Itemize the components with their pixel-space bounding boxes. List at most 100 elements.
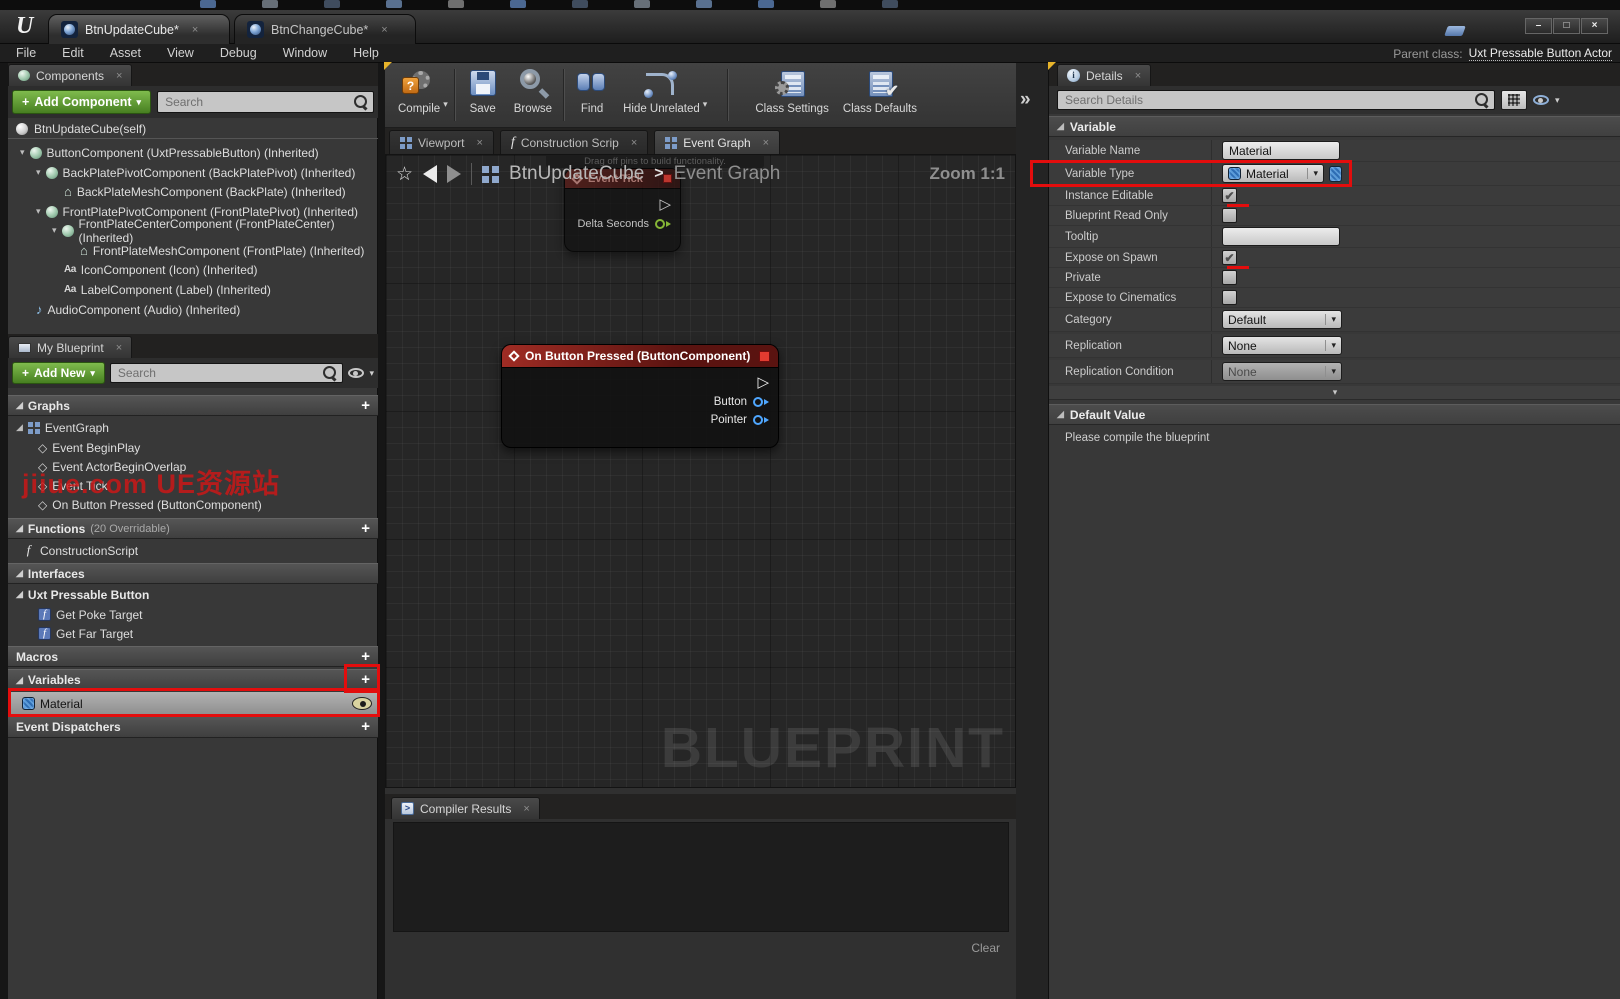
compile-button[interactable]: ? Compile <box>391 67 447 117</box>
add-variable-button[interactable]: + <box>361 673 370 687</box>
variable-section-header[interactable]: ◢ Variable <box>1049 116 1620 137</box>
tree-row[interactable]: ♪AudioComponent (Audio) (Inherited) <box>8 300 378 319</box>
graph-item-eventgraph[interactable]: ◢EventGraph <box>8 418 378 437</box>
node-on-button-pressed[interactable]: On Button Pressed (ButtonComponent) ▷ Bu… <box>501 344 779 448</box>
variable-name-input[interactable]: Material <box>1222 141 1340 160</box>
event-graph-canvas[interactable]: Drag off pins to build functionality. Ev… <box>385 154 1016 788</box>
tree-row[interactable]: AaIconComponent (Icon) (Inherited) <box>8 260 378 279</box>
clear-button[interactable]: Clear <box>971 941 1000 955</box>
add-function-button[interactable]: + <box>361 522 370 536</box>
close-button[interactable]: × <box>1581 18 1608 34</box>
private-checkbox[interactable] <box>1222 270 1237 285</box>
components-search-input[interactable] <box>157 91 374 113</box>
tab-components[interactable]: Components × <box>8 64 132 86</box>
functions-section-header[interactable]: ◢ Functions (20 Overridable) + <box>8 518 378 539</box>
tree-row[interactable]: ⌂FrontPlateMeshComponent (FrontPlate) (I… <box>8 241 378 260</box>
class-defaults-button[interactable]: ✔ Class Defaults <box>836 67 924 117</box>
tab-event-graph[interactable]: Event Graph × <box>654 130 780 154</box>
instance-editable-checkbox[interactable]: ✔ <box>1222 188 1237 203</box>
event-item[interactable]: ◇Event BeginPlay <box>8 438 378 457</box>
interfaces-section-header[interactable]: ◢ Interfaces <box>8 563 378 584</box>
close-tab-icon[interactable]: × <box>1135 70 1141 82</box>
tree-row[interactable]: ⌂BackPlateMeshComponent (BackPlate) (Inh… <box>8 182 378 201</box>
back-arrow-icon[interactable] <box>423 165 437 183</box>
tree-row[interactable]: ▾FrontPlateCenterComponent (FrontPlateCe… <box>8 221 378 240</box>
menu-asset[interactable]: Asset <box>110 46 141 60</box>
chevron-down-icon[interactable]: ▾ <box>369 368 374 379</box>
function-item-constructionscript[interactable]: fConstructionScript <box>8 541 378 560</box>
tree-row[interactable]: ▾BackPlatePivotComponent (BackPlatePivot… <box>8 163 378 182</box>
blueprint-read-only-checkbox[interactable] <box>1222 208 1237 223</box>
object-output-pin[interactable] <box>753 397 769 407</box>
breadcrumb-root[interactable]: BtnUpdateCube <box>509 163 644 185</box>
exec-output-pin[interactable]: ▷ <box>659 198 671 212</box>
minimize-button[interactable]: – <box>1525 18 1552 34</box>
component-root-row[interactable]: BtnUpdateCube(self) <box>8 120 378 139</box>
compiler-results-log[interactable] <box>393 822 1009 932</box>
hide-unrelated-button[interactable]: Hide Unrelated <box>616 67 707 117</box>
close-tab-icon[interactable]: × <box>631 137 637 149</box>
close-tab-icon[interactable]: × <box>476 137 482 149</box>
interface-group-header[interactable]: ◢ Uxt Pressable Button <box>8 584 378 605</box>
property-matrix-button[interactable] <box>1501 90 1527 110</box>
replication-dropdown[interactable]: None▾ <box>1222 336 1342 355</box>
interface-function-item[interactable]: fGet Far Target <box>8 624 378 643</box>
macros-section-header[interactable]: Macros + <box>8 646 378 667</box>
close-tab-icon[interactable]: × <box>381 24 387 36</box>
breadcrumb-current[interactable]: Event Graph <box>674 163 781 185</box>
expose-to-cinematics-checkbox[interactable] <box>1222 290 1237 305</box>
variable-item-material[interactable]: Material <box>8 692 378 715</box>
expander-icon[interactable]: ▾ <box>20 147 25 158</box>
close-tab-icon[interactable]: × <box>763 137 769 149</box>
tab-compiler-results[interactable]: > Compiler Results × <box>391 797 540 819</box>
default-value-section-header[interactable]: ◢ Default Value <box>1049 404 1620 425</box>
variable-visibility-eye-icon[interactable] <box>352 697 372 710</box>
tab-viewport[interactable]: Viewport × <box>389 130 494 154</box>
exec-output-pin[interactable]: ▷ <box>757 376 769 390</box>
category-dropdown[interactable]: Default▾ <box>1222 310 1342 329</box>
advanced-expander[interactable]: ▾ <box>1049 386 1620 400</box>
add-component-button[interactable]: + Add Component ▾ <box>12 90 151 114</box>
object-output-pin[interactable] <box>753 415 769 425</box>
expander-icon[interactable]: ▾ <box>52 225 57 236</box>
favorite-star-icon[interactable]: ☆ <box>396 163 413 186</box>
tree-row[interactable]: ▾ButtonComponent (UxtPressableButton) (I… <box>8 143 378 162</box>
close-tab-icon[interactable]: × <box>116 342 122 354</box>
close-tab-icon[interactable]: × <box>523 803 529 815</box>
variable-type-dropdown[interactable]: Material ▾ <box>1222 164 1324 183</box>
container-type-icon[interactable] <box>1329 166 1342 182</box>
add-event-dispatcher-button[interactable]: + <box>361 720 370 734</box>
menu-window[interactable]: Window <box>283 46 327 60</box>
save-button[interactable]: Save <box>459 67 507 117</box>
compile-options-caret-icon[interactable]: ▾ <box>443 99 448 110</box>
chevron-down-icon[interactable]: ▾ <box>1555 95 1560 106</box>
menu-help[interactable]: Help <box>353 46 379 60</box>
add-new-button[interactable]: + Add New ▾ <box>12 362 105 384</box>
expander-icon[interactable]: ▾ <box>36 167 41 178</box>
event-dispatchers-section-header[interactable]: Event Dispatchers + <box>8 716 378 738</box>
tutorial-icon[interactable] <box>1444 26 1466 36</box>
menu-debug[interactable]: Debug <box>220 46 257 60</box>
menu-file[interactable]: File <box>16 46 36 60</box>
menu-edit[interactable]: Edit <box>62 46 84 60</box>
menu-view[interactable]: View <box>167 46 194 60</box>
browse-button[interactable]: Browse <box>507 67 559 117</box>
toolbar-overflow-icon[interactable]: » <box>1020 89 1031 111</box>
forward-arrow-icon[interactable] <box>447 165 461 183</box>
graphs-section-header[interactable]: ◢ Graphs + <box>8 395 378 416</box>
variables-section-header[interactable]: ◢ Variables + <box>8 669 378 691</box>
tab-details[interactable]: i Details × <box>1057 64 1151 86</box>
hide-unrelated-caret-icon[interactable]: ▾ <box>703 99 708 110</box>
tree-row[interactable]: AaLabelComponent (Label) (Inherited) <box>8 280 378 299</box>
my-blueprint-search-input[interactable] <box>110 363 344 383</box>
parent-class-link[interactable]: Uxt Pressable Button Actor <box>1469 46 1612 61</box>
interface-function-item[interactable]: fGet Poke Target <box>8 605 378 624</box>
delegate-pin[interactable] <box>759 351 770 362</box>
add-graph-button[interactable]: + <box>361 399 370 413</box>
tab-my-blueprint[interactable]: My Blueprint × <box>8 336 132 358</box>
expander-icon[interactable]: ▾ <box>36 206 41 217</box>
details-view-options-eye-icon[interactable] <box>1533 95 1549 105</box>
add-macro-button[interactable]: + <box>361 650 370 664</box>
close-tab-icon[interactable]: × <box>116 70 122 82</box>
details-search-input[interactable] <box>1057 90 1495 110</box>
